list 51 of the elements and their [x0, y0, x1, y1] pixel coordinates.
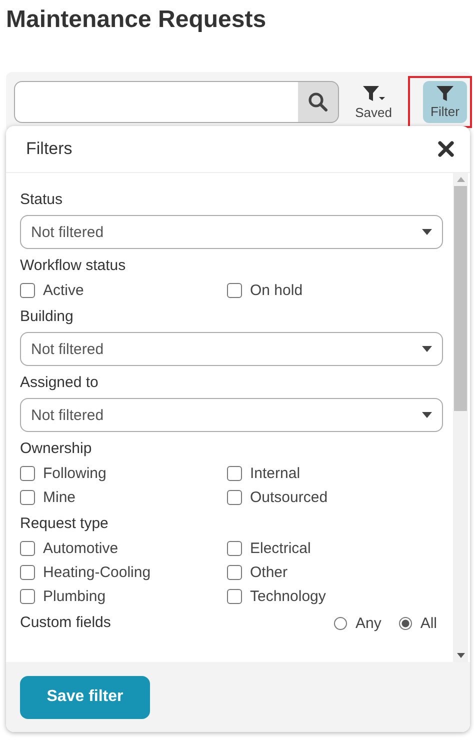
save-filter-button[interactable]: Save filter	[20, 676, 150, 718]
filter-icon	[362, 84, 386, 102]
checkbox[interactable]	[227, 283, 242, 298]
checkbox[interactable]	[227, 466, 242, 481]
caret-icon	[422, 229, 432, 235]
checkbox-label: Other	[250, 564, 288, 581]
caret-icon	[422, 346, 432, 352]
radio-label: All	[420, 615, 437, 632]
close-icon[interactable]	[438, 141, 454, 157]
caret-icon	[422, 412, 432, 418]
dropdown[interactable]: Not filtered	[20, 398, 443, 432]
checkbox-label: Outsourced	[250, 489, 328, 506]
scrollbar[interactable]	[453, 173, 468, 662]
checkbox-label: Heating-Cooling	[43, 564, 151, 581]
checkbox[interactable]	[20, 589, 35, 604]
field-label: Request type	[20, 515, 110, 532]
checkbox-label: Internal	[250, 465, 300, 482]
field-label: Assigned to	[20, 374, 100, 391]
filter-icon	[435, 85, 455, 102]
checkbox[interactable]	[20, 283, 35, 298]
radio-button[interactable]	[399, 617, 412, 630]
page-title: Maintenance Requests	[5, 5, 268, 35]
dropdown[interactable]: Not filtered	[20, 215, 443, 249]
checkbox-label: Technology	[250, 588, 326, 605]
field-label: Building	[20, 308, 74, 325]
checkbox[interactable]	[20, 466, 35, 481]
saved-button[interactable]: Saved	[349, 80, 398, 124]
checkbox[interactable]	[227, 541, 242, 556]
field-label: Status	[20, 191, 64, 208]
checkbox-label: Plumbing	[43, 588, 106, 605]
panel-title: Filters	[26, 139, 72, 159]
checkbox[interactable]	[20, 541, 35, 556]
checkbox[interactable]	[227, 589, 242, 604]
checkbox-label: On hold	[250, 282, 303, 299]
radio-button[interactable]	[334, 617, 348, 630]
checkbox[interactable]	[20, 565, 35, 580]
field-label: Custom fields	[20, 614, 111, 631]
field-label: Workflow status	[20, 257, 127, 274]
field-label: Ownership	[20, 440, 93, 457]
checkbox-label: Following	[43, 465, 106, 482]
checkbox-label: Electrical	[250, 540, 311, 557]
checkbox-label: Automotive	[43, 540, 118, 557]
checkbox[interactable]	[20, 490, 35, 505]
checkbox-label: Mine	[43, 489, 76, 506]
radio-label: Any	[355, 615, 382, 632]
scroll-down-icon[interactable]	[456, 653, 464, 658]
filter-button[interactable]: Filter	[423, 81, 467, 123]
checkbox[interactable]	[227, 565, 242, 580]
checkbox-label: Active	[43, 282, 84, 299]
checkbox[interactable]	[227, 490, 242, 505]
dropdown[interactable]: Not filtered	[20, 332, 443, 366]
